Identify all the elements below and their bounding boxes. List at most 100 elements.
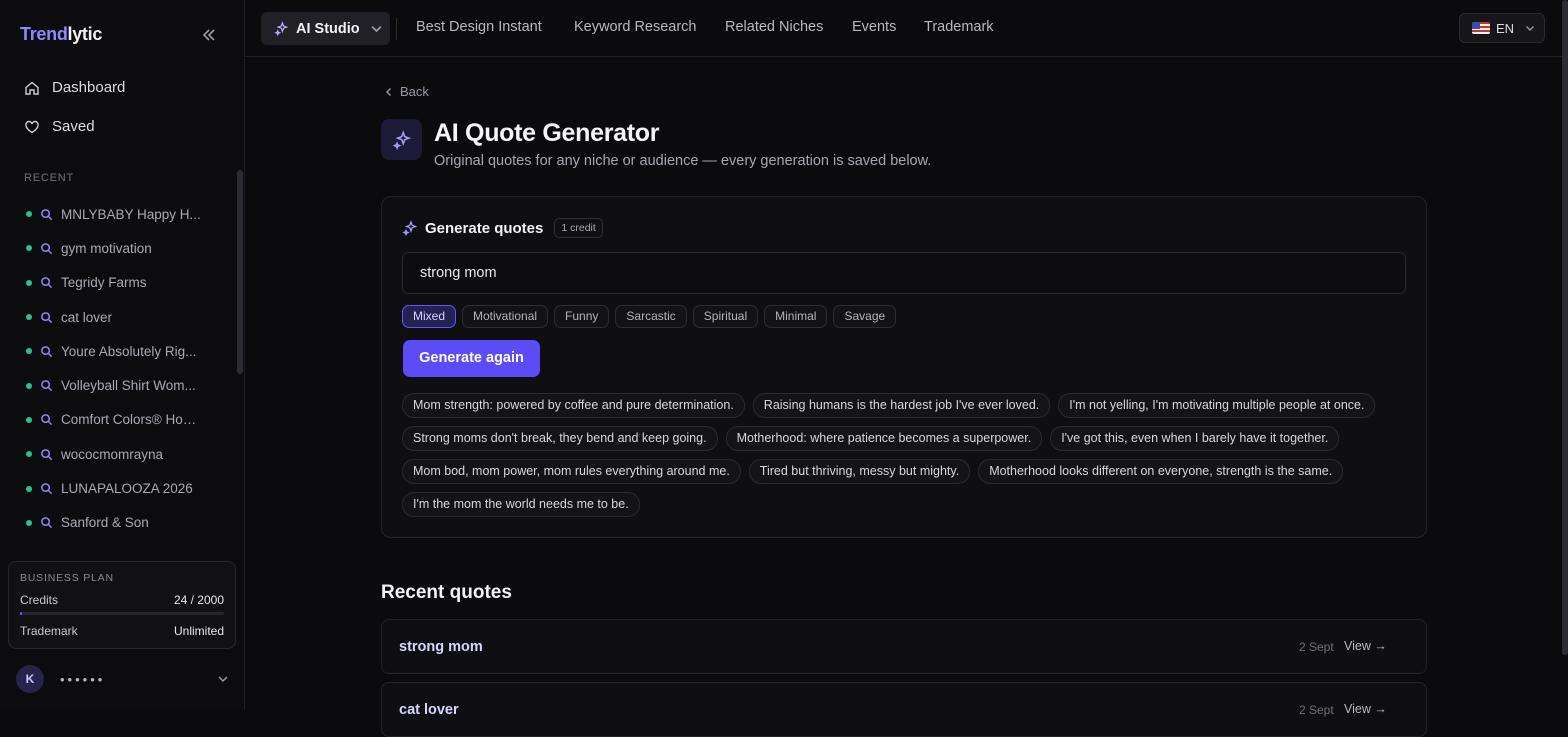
- status-dot: [26, 279, 32, 286]
- search-icon: [40, 208, 53, 221]
- recent-search-item[interactable]: Volleyball Shirt Wom...: [0, 368, 236, 402]
- generated-quotes: Mom strength: powered by coffee and pure…: [402, 393, 1412, 517]
- quote-chip[interactable]: Strong moms don't break, they bend and k…: [402, 426, 718, 451]
- quote-chip[interactable]: I've got this, even when I barely have i…: [1050, 426, 1340, 451]
- credits-progress-bar: [20, 612, 224, 615]
- tone-chip-savage[interactable]: Savage: [833, 305, 897, 328]
- recent-section-label: RECENT: [24, 172, 75, 184]
- home-icon: [25, 81, 39, 95]
- credits-progress-fill: [20, 612, 23, 615]
- search-icon: [40, 276, 53, 289]
- language-select[interactable]: EN: [1459, 13, 1545, 43]
- sidebar-item-label: Dashboard: [52, 79, 126, 96]
- view-link[interactable]: View →: [1344, 639, 1387, 653]
- sidebar-item-label: Saved: [52, 118, 95, 135]
- tone-chip-funny[interactable]: Funny: [554, 305, 610, 328]
- recent-quotes-title: Recent quotes: [381, 582, 512, 603]
- generator-header: Generate quotes 1 credit: [402, 218, 603, 238]
- back-link[interactable]: Back: [384, 84, 429, 99]
- user-menu[interactable]: K ••••••: [16, 665, 230, 693]
- recent-search-item[interactable]: Youre Absolutely Rig...: [0, 334, 236, 368]
- generate-again-button[interactable]: Generate again: [403, 340, 540, 377]
- quote-chip[interactable]: Mom strength: powered by coffee and pure…: [402, 393, 745, 418]
- page-subtitle: Original quotes for any niche or audienc…: [434, 153, 932, 169]
- status-dot: [26, 382, 32, 389]
- generator-card: Generate quotes 1 credit strong mom Mixe…: [381, 196, 1427, 538]
- search-icon: [40, 311, 53, 324]
- ai-studio-label: AI Studio: [296, 20, 360, 37]
- credits-label: Credits: [20, 593, 59, 607]
- quote-chip[interactable]: Mom bod, mom power, mom rules everything…: [402, 459, 741, 484]
- recent-search-item[interactable]: Sanford & Son: [0, 540, 236, 549]
- tone-selector: Mixed Motivational Funny Sarcastic Spiritual…: [402, 305, 897, 328]
- recent-quote-date: 2 Sept: [1299, 703, 1334, 717]
- topic-input[interactable]: strong mom: [402, 252, 1406, 294]
- sidebar-item-saved[interactable]: Saved: [24, 118, 95, 135]
- main-scrollbar[interactable]: [1562, 0, 1568, 655]
- collapse-sidebar-icon[interactable]: [200, 26, 218, 44]
- recent-search-item[interactable]: cat lover: [0, 300, 236, 334]
- ai-studio-dropdown[interactable]: AI Studio: [261, 12, 390, 45]
- plan-card: BUSINESS PLAN Credits 24 / 2000 Trademar…: [8, 561, 236, 649]
- recent-search-item[interactable]: wococmomrayna: [0, 437, 236, 471]
- tone-chip-spiritual[interactable]: Spiritual: [692, 305, 759, 328]
- quote-chip[interactable]: Tired but thriving, messy but mighty.: [748, 459, 971, 484]
- top-divider: [396, 18, 397, 40]
- tone-chip-sarcastic[interactable]: Sarcastic: [615, 305, 687, 328]
- recent-search-label: MNLYBABY Happy H...: [61, 206, 201, 222]
- tone-chip-mixed[interactable]: Mixed: [402, 305, 457, 328]
- nav-link-events[interactable]: Events: [852, 19, 896, 35]
- recent-search-label: Comfort Colors® Hon...: [61, 412, 201, 428]
- recent-quote-card[interactable]: cat lover 2 Sept View →: [381, 682, 1427, 737]
- status-dot: [26, 314, 32, 321]
- recent-quote-date: 2 Sept: [1299, 640, 1334, 654]
- recent-search-item[interactable]: Comfort Colors® Hon...: [0, 403, 236, 437]
- credits-value: 24 / 2000: [173, 593, 224, 607]
- back-label: Back: [400, 84, 429, 99]
- chevron-down-icon: [218, 676, 228, 683]
- tone-chip-motivational[interactable]: Motivational: [462, 305, 549, 328]
- quote-chip[interactable]: Motherhood: where patience becomes a sup…: [725, 426, 1043, 451]
- sidebar: Trendlytic Dashboard Saved RECENT MNLYBA…: [0, 0, 245, 709]
- quote-chip[interactable]: Motherhood looks different on everyone, …: [978, 459, 1344, 484]
- us-flag-icon: [1472, 22, 1490, 34]
- recent-search-item[interactable]: Tegridy Farms: [0, 266, 236, 300]
- sidebar-scrollbar[interactable]: [237, 170, 243, 374]
- recent-search-label: Sanford & Son: [61, 515, 149, 531]
- chevron-down-icon: [1526, 26, 1535, 31]
- brand-logo[interactable]: Trendlytic: [20, 24, 102, 45]
- recent-search-item[interactable]: Sanford & Son: [0, 506, 236, 540]
- trademark-row: Trademark Unlimited: [20, 624, 224, 638]
- credit-badge: 1 credit: [554, 218, 603, 238]
- recent-search-label: gym motivation: [61, 240, 152, 256]
- sparkle-icon: [274, 21, 289, 36]
- recent-search-label: Volleyball Shirt Wom...: [61, 378, 196, 394]
- nav-link-keyword-research[interactable]: Keyword Research: [574, 19, 697, 35]
- nav-link-related-niches[interactable]: Related Niches: [725, 19, 823, 35]
- user-name: ••••••: [60, 671, 106, 687]
- status-dot: [26, 211, 32, 218]
- view-link[interactable]: View →: [1344, 702, 1387, 716]
- nav-link-best-design-instant[interactable]: Best Design Instant: [416, 19, 542, 35]
- quote-chip[interactable]: Raising humans is the hardest job I've e…: [752, 393, 1051, 418]
- recent-search-label: Youre Absolutely Rig...: [61, 343, 197, 359]
- quote-chip[interactable]: I'm not yelling, I'm motivating multiple…: [1058, 393, 1376, 418]
- recent-search-item[interactable]: gym motivation: [0, 231, 236, 265]
- recent-search-item[interactable]: LUNAPALOOZA 2026: [0, 471, 236, 505]
- nav-link-trademark[interactable]: Trademark: [924, 19, 994, 35]
- trademark-value: Unlimited: [173, 624, 224, 638]
- status-dot: [26, 416, 32, 423]
- recent-search-item[interactable]: MNLYBABY Happy H...: [0, 197, 236, 231]
- recent-search-label: cat lover: [61, 309, 113, 325]
- recent-quote-card[interactable]: strong mom 2 Sept View →: [381, 619, 1427, 674]
- sidebar-item-dashboard[interactable]: Dashboard: [24, 79, 125, 96]
- heart-icon: [25, 120, 39, 133]
- language-value: EN: [1496, 20, 1515, 36]
- page-title: AI Quote Generator: [434, 119, 660, 147]
- status-dot: [26, 451, 32, 458]
- quote-chip[interactable]: I'm the mom the world needs me to be.: [402, 492, 640, 517]
- plan-title: BUSINESS PLAN: [20, 572, 114, 584]
- recent-search-label: LUNAPALOOZA 2026: [61, 481, 193, 497]
- tone-chip-minimal[interactable]: Minimal: [764, 305, 828, 328]
- search-icon: [40, 482, 53, 495]
